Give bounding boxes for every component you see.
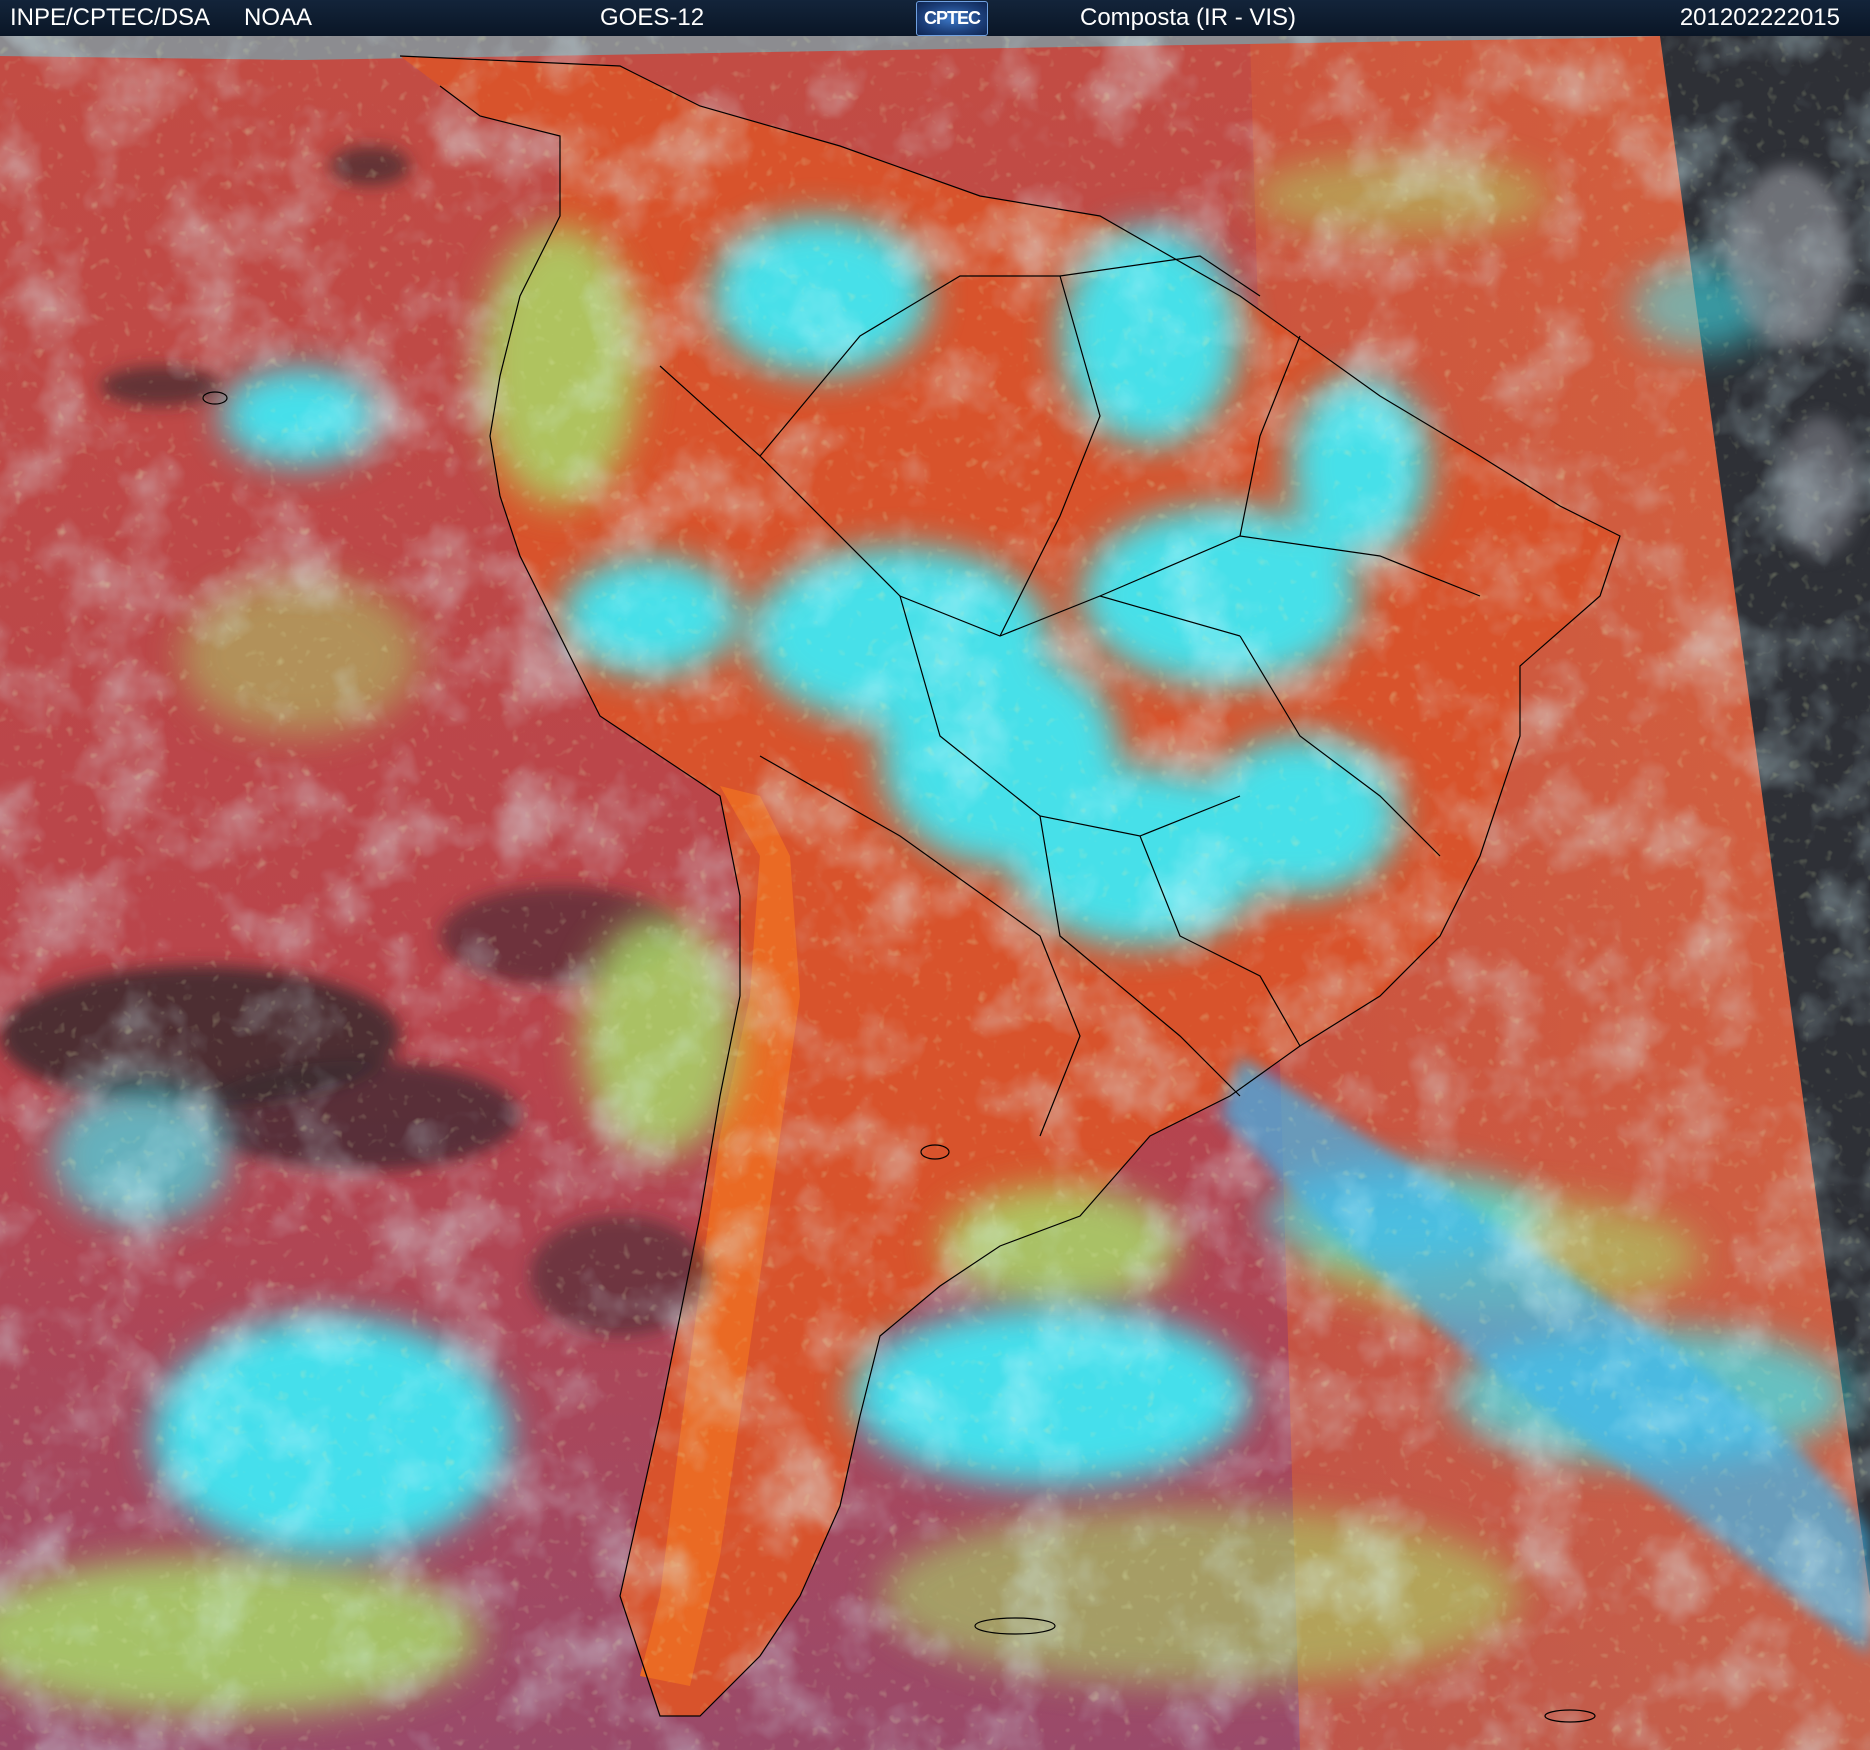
- header-bar: INPE/CPTEC/DSA NOAA GOES-12 CPTEC Compos…: [0, 0, 1870, 36]
- satellite-image-viewer: INPE/CPTEC/DSA NOAA GOES-12 CPTEC Compos…: [0, 0, 1870, 1750]
- satellite-map: [0, 36, 1870, 1750]
- source-label: INPE/CPTEC/DSA: [10, 4, 211, 31]
- speckle-texture: [0, 36, 1870, 1750]
- agency-label: NOAA: [244, 4, 313, 31]
- cptec-logo: CPTEC: [916, 1, 988, 36]
- satellite-image: [0, 36, 1870, 1750]
- product-label: Composta (IR - VIS): [1080, 4, 1297, 31]
- satellite-label: GOES-12: [600, 4, 705, 31]
- timestamp-label: 201202222015: [1679, 4, 1840, 31]
